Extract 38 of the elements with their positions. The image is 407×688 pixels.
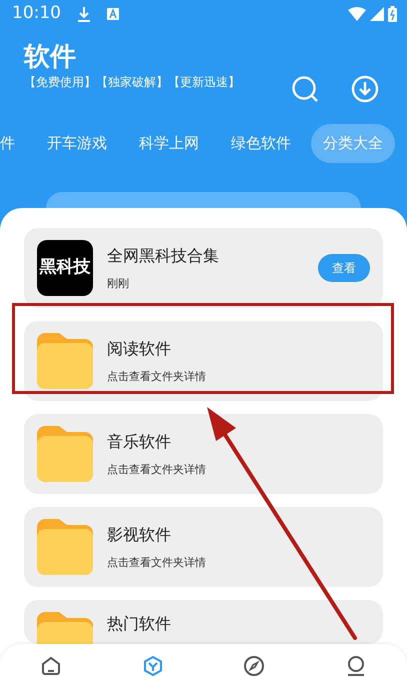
status-time: 10:10 <box>12 2 61 26</box>
signal-icon <box>370 7 384 21</box>
item-subtitle: 点击查看文件夹详情 <box>107 554 207 570</box>
hexagon-y-icon <box>142 655 164 677</box>
category-tab[interactable]: 件 <box>0 124 27 162</box>
tagline: 【免费使用】【独家破解】【更新迅速】 <box>24 75 240 91</box>
compass-icon <box>243 655 266 677</box>
list-item-card[interactable]: 黑科技 全网黑科技合集 刚刚 查看 <box>24 228 383 308</box>
battery-icon <box>388 6 397 22</box>
wifi-icon <box>348 7 366 21</box>
category-tab[interactable]: 开车游戏 <box>35 124 119 162</box>
item-subtitle: 点击查看文件夹详情 <box>107 462 207 478</box>
item-title: 影视软件 <box>107 524 172 546</box>
download-icon <box>77 6 91 22</box>
item-title: 阅读软件 <box>107 338 172 360</box>
item-title: 热门软件 <box>107 613 172 635</box>
item-title: 全网黑科技合集 <box>107 245 220 267</box>
view-button[interactable]: 查看 <box>318 254 370 282</box>
item-subtitle: 点击查看文件夹详情 <box>107 368 207 384</box>
page-title: 软件 <box>24 42 77 74</box>
download-icon <box>351 75 379 103</box>
category-tab[interactable]: 分类大全 <box>311 124 395 162</box>
category-tab[interactable]: 科学上网 <box>127 124 211 162</box>
search-icon <box>291 75 319 103</box>
folder-icon <box>37 612 93 644</box>
list-item-card[interactable]: 音乐软件 点击查看文件夹详情 <box>24 414 383 494</box>
list-item-card[interactable]: 影视软件 点击查看文件夹详情 <box>24 507 383 587</box>
category-tab[interactable]: 绿色软件 <box>219 124 303 162</box>
home-icon <box>40 655 62 677</box>
folder-icon <box>37 426 93 482</box>
list-item-card[interactable]: 热门软件 <box>24 600 383 644</box>
letter-box-icon <box>107 8 119 20</box>
item-subtitle: 刚刚 <box>107 276 130 292</box>
app-thumbnail: 黑科技 <box>37 240 93 296</box>
folder-icon <box>37 333 93 389</box>
list-item-card[interactable]: 阅读软件 点击查看文件夹详情 <box>24 321 383 401</box>
folder-icon <box>37 519 93 575</box>
item-title: 音乐软件 <box>107 431 172 453</box>
